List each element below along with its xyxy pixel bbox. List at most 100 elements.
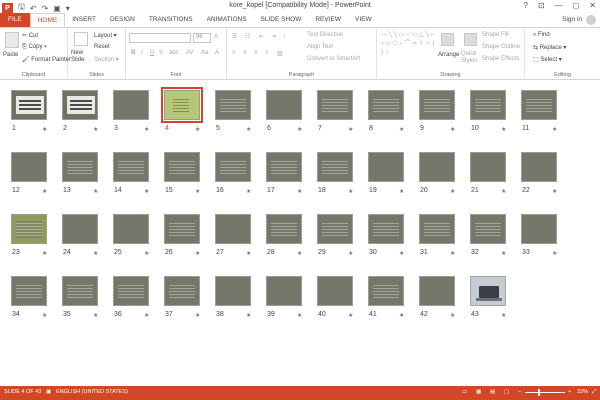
align-left-icon[interactable]: ≡ (232, 50, 236, 56)
slide-thumbnail[interactable] (368, 90, 404, 120)
slide-thumbnail[interactable] (11, 90, 47, 120)
slide-transition-icon[interactable]: ★ (195, 188, 200, 195)
slide-thumbnail[interactable] (164, 214, 200, 244)
font-size-input[interactable]: 96 (193, 33, 211, 43)
justify-icon[interactable]: ≡ (265, 50, 269, 56)
layout-button[interactable]: Layout ▾ (94, 32, 117, 39)
slide-thumbnail[interactable] (62, 90, 98, 120)
strikethrough-icon[interactable]: abc (169, 50, 179, 56)
slide-transition-icon[interactable]: ★ (297, 126, 302, 133)
slide-thumbnail[interactable] (470, 214, 506, 244)
slide-thumbnail[interactable] (419, 276, 455, 306)
align-center-icon[interactable]: ≡ (243, 50, 247, 56)
slide-thumbnail[interactable] (113, 214, 149, 244)
slide-thumbnail[interactable] (419, 214, 455, 244)
slide-transition-icon[interactable]: ★ (144, 250, 149, 257)
slide-transition-icon[interactable]: ★ (93, 126, 98, 133)
minimize-icon[interactable]: — (555, 1, 563, 10)
bullets-icon[interactable]: ☰ (232, 33, 237, 40)
columns-icon[interactable]: ▥ (277, 50, 283, 57)
tab-insert[interactable]: INSERT (65, 13, 103, 27)
slide-thumbnail[interactable] (368, 276, 404, 306)
ribbon-display-options-icon[interactable]: ⊡ (538, 1, 545, 10)
slide-transition-icon[interactable]: ★ (399, 188, 404, 195)
slide-transition-icon[interactable]: ★ (501, 188, 506, 195)
slide-transition-icon[interactable]: ★ (399, 312, 404, 319)
quick-styles-icon[interactable] (464, 33, 477, 46)
format-painter-button[interactable]: 🖌 Format Painter (22, 56, 71, 63)
font-color-icon[interactable]: A (215, 50, 219, 56)
slide-transition-icon[interactable]: ★ (450, 188, 455, 195)
text-direction-button[interactable]: Text Direction (307, 32, 343, 38)
numbering-icon[interactable]: ☷ (245, 33, 250, 40)
zoom-slider[interactable] (525, 392, 565, 393)
slide-transition-icon[interactable]: ★ (42, 250, 47, 257)
fit-to-window-icon[interactable]: ⤢ (592, 389, 596, 396)
normal-view-icon[interactable]: ▭ (462, 389, 467, 395)
slide-transition-icon[interactable]: ★ (195, 250, 200, 257)
slide-transition-icon[interactable]: ★ (195, 126, 200, 133)
select-button[interactable]: ⬚ Select ▾ (533, 56, 562, 63)
slide-thumbnail[interactable] (470, 152, 506, 182)
slide-thumbnail[interactable] (266, 276, 302, 306)
slide-transition-icon[interactable]: ★ (450, 250, 455, 257)
decrease-indent-icon[interactable]: ⇤ (259, 33, 264, 40)
replace-button[interactable]: ⇆ Replace ▾ (533, 44, 566, 51)
slide-thumbnail[interactable] (419, 90, 455, 120)
slide-transition-icon[interactable]: ★ (144, 312, 149, 319)
slide-transition-icon[interactable]: ★ (42, 188, 47, 195)
user-avatar[interactable] (586, 15, 596, 25)
bold-icon[interactable]: B (131, 50, 135, 56)
help-icon[interactable]: ? (524, 1, 528, 10)
slide-transition-icon[interactable]: ★ (42, 312, 47, 319)
grow-font-icon[interactable]: A (214, 34, 218, 40)
slide-thumbnail[interactable] (317, 90, 353, 120)
slide-thumbnail[interactable] (266, 90, 302, 120)
slide-transition-icon[interactable]: ★ (552, 188, 557, 195)
slide-thumbnail[interactable] (266, 152, 302, 182)
find-button[interactable]: ⌕ Find (533, 32, 550, 39)
slide-show-view-icon[interactable]: ▢ (504, 389, 509, 395)
slide-transition-icon[interactable]: ★ (246, 312, 251, 319)
tab-review[interactable]: REVIEW (308, 13, 348, 27)
zoom-level[interactable]: 33% (577, 389, 588, 395)
slide-transition-icon[interactable]: ★ (93, 250, 98, 257)
slide-thumbnail[interactable] (470, 90, 506, 120)
restore-icon[interactable]: ◻ (573, 1, 580, 10)
slide-transition-icon[interactable]: ★ (450, 126, 455, 133)
slide-thumbnail[interactable] (419, 152, 455, 182)
slide-thumbnail[interactable] (215, 90, 251, 120)
shadow-icon[interactable]: S (159, 50, 163, 56)
tab-transitions[interactable]: TRANSITIONS (142, 13, 200, 27)
zoom-out-icon[interactable]: − (518, 389, 521, 395)
slide-thumbnail[interactable] (164, 152, 200, 182)
tab-slide-show[interactable]: SLIDE SHOW (254, 13, 309, 27)
slide-thumbnail[interactable] (113, 276, 149, 306)
slide-transition-icon[interactable]: ★ (297, 188, 302, 195)
slide-thumbnail[interactable] (161, 87, 203, 123)
slide-transition-icon[interactable]: ★ (297, 250, 302, 257)
font-name-input[interactable] (129, 33, 191, 43)
slide-thumbnail[interactable] (317, 214, 353, 244)
slide-transition-icon[interactable]: ★ (552, 126, 557, 133)
section-button[interactable]: Section ▾ (94, 56, 119, 63)
cut-button[interactable]: ✂ Cut (22, 32, 38, 39)
zoom-in-icon[interactable]: + (568, 389, 571, 395)
slide-transition-icon[interactable]: ★ (246, 250, 251, 257)
char-spacing-icon[interactable]: AV (186, 50, 194, 56)
close-icon[interactable]: ✕ (589, 1, 596, 10)
align-text-button[interactable]: Align Text (307, 44, 333, 50)
italic-icon[interactable]: I (141, 50, 143, 56)
slide-transition-icon[interactable]: ★ (501, 126, 506, 133)
new-slide-icon[interactable] (74, 32, 88, 46)
slide-thumbnail[interactable] (113, 152, 149, 182)
slide-transition-icon[interactable]: ★ (246, 126, 251, 133)
slide-thumbnail[interactable] (215, 214, 251, 244)
slide-thumbnail[interactable] (368, 214, 404, 244)
copy-button[interactable]: ⎘ Copy ▾ (22, 44, 47, 51)
convert-smartart-button[interactable]: Convert to SmartArt (307, 56, 360, 62)
slide-transition-icon[interactable]: ★ (399, 250, 404, 257)
reading-view-icon[interactable]: ▤ (490, 389, 495, 395)
spelling-icon[interactable]: ▣ (46, 389, 51, 395)
underline-icon[interactable]: U (150, 50, 154, 56)
